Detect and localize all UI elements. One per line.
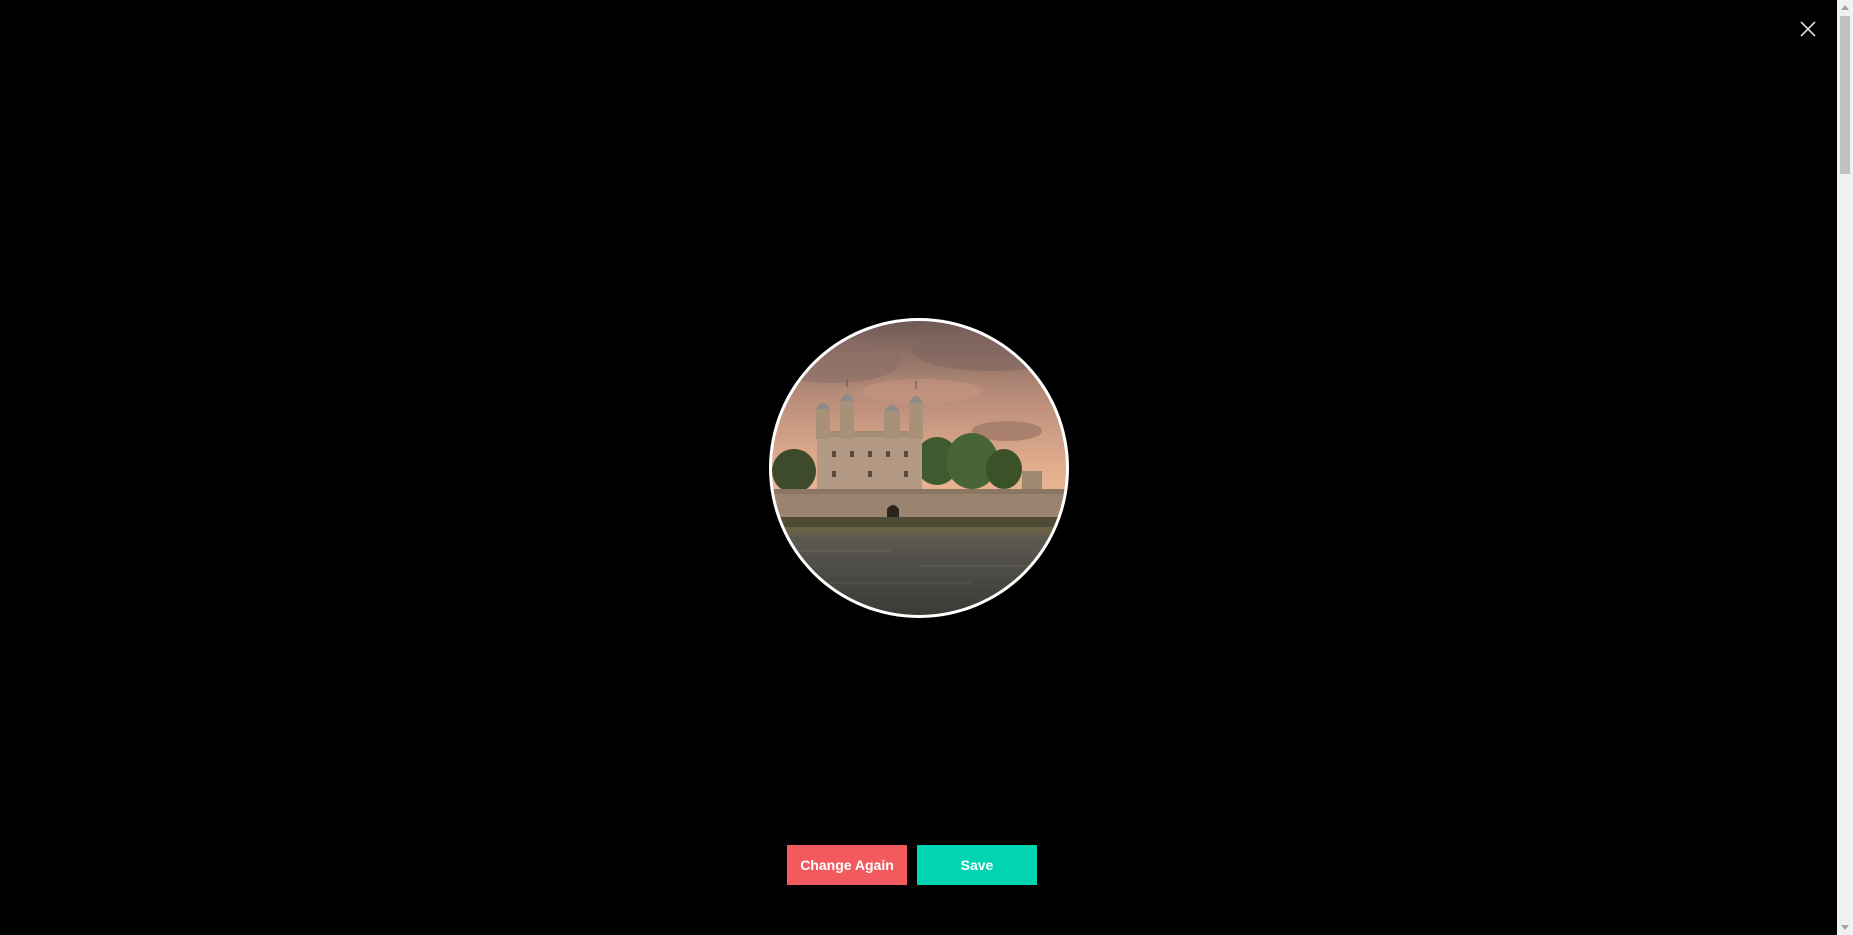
vertical-scrollbar[interactable] bbox=[1837, 0, 1853, 935]
close-button[interactable] bbox=[1794, 15, 1822, 43]
close-icon bbox=[1800, 21, 1816, 37]
save-button[interactable]: Save bbox=[917, 845, 1037, 885]
photo-editor-overlay: Change Again Save bbox=[0, 0, 1853, 935]
change-again-button[interactable]: Change Again bbox=[787, 845, 907, 885]
scroll-up-icon[interactable] bbox=[1837, 0, 1853, 14]
action-bar: Change Again Save bbox=[787, 845, 1037, 885]
cropped-photo bbox=[772, 321, 1066, 615]
avatar-preview bbox=[769, 318, 1069, 618]
scroll-down-icon[interactable] bbox=[1837, 921, 1853, 935]
scrollbar-thumb[interactable] bbox=[1840, 16, 1850, 174]
photo-image bbox=[772, 321, 1066, 615]
